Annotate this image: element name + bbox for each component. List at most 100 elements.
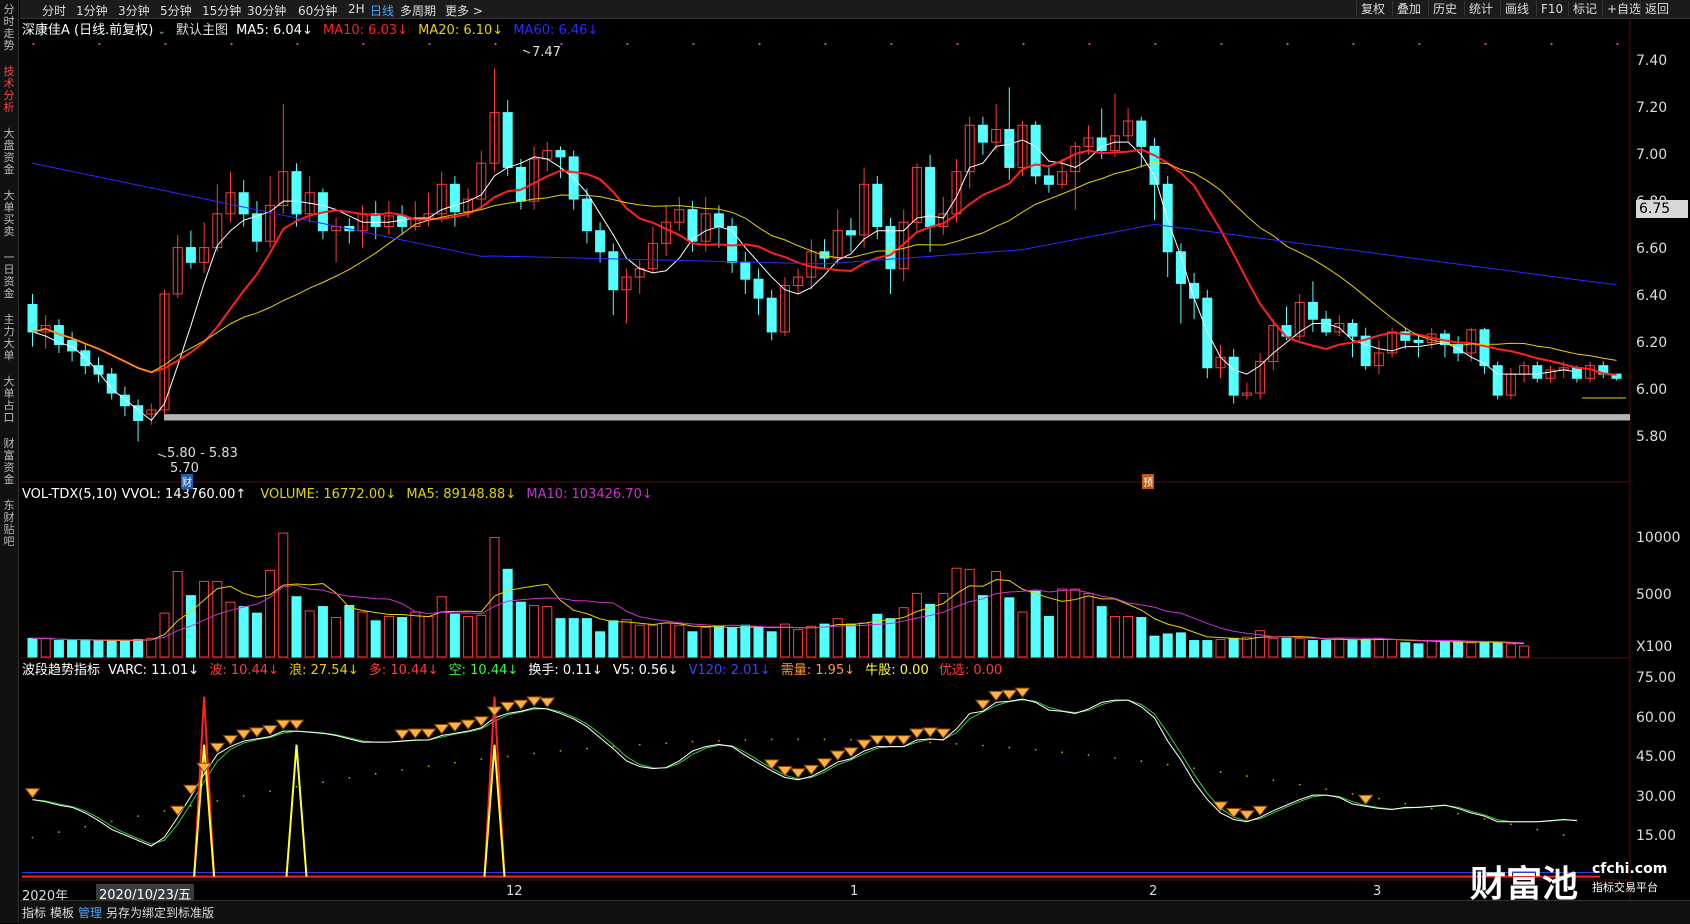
wave-diamond-marker: [460, 719, 477, 730]
wave-diamond-marker: [248, 727, 265, 738]
candle-body: [608, 251, 619, 291]
month-label: 2: [1149, 884, 1158, 899]
bottom-tab[interactable]: 标准版: [178, 904, 214, 921]
wave-arc-dot: [823, 738, 826, 741]
wave-arc-dot: [216, 799, 219, 802]
volume-bar: [1109, 615, 1120, 658]
volume-bar: [278, 532, 289, 658]
stock-chart[interactable]: [0, 0, 1690, 923]
volume-bar: [40, 637, 51, 658]
wave-diamond-marker: [790, 768, 807, 779]
wave-diamond-marker: [1014, 687, 1031, 698]
wave-green-line: [32, 699, 1577, 845]
wave-diamond-marker: [394, 729, 411, 740]
wave-diamond-marker: [988, 690, 1005, 702]
support-band: [164, 414, 1630, 421]
event-dot: [1088, 43, 1091, 45]
wave-diamond-marker: [262, 725, 279, 736]
axis-tick-label: 75.00: [1636, 670, 1677, 686]
month-label: 1: [850, 884, 859, 899]
wave-diamond-marker: [856, 739, 873, 750]
candle-body: [251, 213, 262, 242]
month-label: 12: [506, 884, 523, 899]
wave-arc-dot: [770, 738, 773, 741]
axis-tick-label: 30.00: [1636, 789, 1677, 805]
volume-bar: [449, 613, 460, 658]
wave-diamond-marker: [169, 805, 186, 817]
candle-body: [1096, 137, 1107, 152]
candle-body: [1532, 365, 1543, 379]
wave-arc-dot: [1378, 797, 1380, 800]
watermark-tagline: 指标交易平台: [1592, 881, 1658, 894]
bottom-tab[interactable]: 指标: [22, 904, 46, 921]
bottom-tab[interactable]: 绑定到: [142, 904, 178, 921]
volume-bar: [713, 625, 724, 658]
event-dot: [230, 43, 233, 45]
bottom-tab[interactable]: 另存为: [106, 904, 142, 921]
cai-marker[interactable]: 财: [181, 474, 193, 489]
volume-bar: [93, 640, 104, 658]
volume-bar: [1505, 643, 1516, 658]
wave-diamond-marker: [446, 721, 463, 733]
volume-bar: [1294, 637, 1305, 658]
wave-diamond-marker: [235, 729, 252, 740]
volume-bar: [1123, 615, 1134, 658]
volume-bar: [740, 624, 751, 658]
wave-diamond-marker: [222, 735, 239, 746]
volume-bar: [951, 567, 962, 658]
yu-marker[interactable]: 预: [1142, 474, 1154, 489]
volume-bar: [304, 610, 315, 658]
bottom-tab[interactable]: 模板: [50, 904, 74, 921]
volume-bar: [1453, 641, 1464, 658]
wave-arc-dot: [982, 744, 984, 747]
wave-arc-dot: [1087, 754, 1090, 756]
volume-bar: [898, 607, 909, 658]
candle-body: [1004, 128, 1015, 168]
wave-diamond-marker: [1001, 689, 1018, 701]
wave-arc-dot: [612, 745, 615, 748]
wave-spike: [285, 744, 308, 877]
wave-diamond-marker: [829, 750, 846, 761]
axis-tick-label: 5000: [1636, 587, 1672, 603]
volume-bar: [1347, 640, 1358, 658]
candle-body: [397, 215, 408, 227]
wave-arc-dot: [454, 761, 456, 764]
volume-bar: [1360, 638, 1371, 658]
wave-arc-dot: [242, 795, 245, 797]
volume-bar: [476, 614, 487, 658]
axis-tick-label: 6.00: [1636, 382, 1668, 398]
axis-tick-label: X100: [1636, 639, 1673, 655]
volume-bar: [779, 623, 790, 658]
wave-arc-dot: [163, 810, 166, 812]
volume-bar: [911, 592, 922, 658]
volume-bar: [568, 618, 579, 658]
candle-body: [1321, 318, 1332, 333]
event-dot: [1154, 43, 1157, 45]
volume-bar: [106, 640, 117, 658]
volume-bar: [397, 617, 408, 658]
wave-arc-dot: [533, 752, 535, 755]
wave-arc-dot: [797, 738, 799, 741]
bottom-tab[interactable]: 管理: [78, 904, 102, 921]
volume-bar: [1004, 597, 1015, 658]
candle-body: [291, 171, 302, 215]
candle-body: [581, 198, 592, 232]
low-pointer: [157, 453, 167, 458]
candle-body: [555, 150, 566, 158]
axis-tick-label: 7.00: [1636, 147, 1668, 163]
wave-arc-dot: [427, 765, 430, 768]
wave-diamond-marker: [803, 764, 820, 776]
volume-bar: [146, 637, 157, 658]
volume-bar: [133, 638, 144, 658]
wave-diamond-marker: [1225, 807, 1242, 819]
volume-bar: [1162, 633, 1173, 658]
volume-bar: [1492, 642, 1503, 658]
volume-bar: [265, 569, 276, 658]
axis-tick-label: 60.00: [1636, 710, 1677, 726]
candle-body: [80, 350, 91, 367]
volume-bar: [529, 604, 540, 658]
candle-body: [238, 192, 249, 215]
candle-body: [185, 247, 196, 263]
axis-tick-label: 15.00: [1636, 828, 1677, 844]
event-dot: [956, 43, 959, 45]
